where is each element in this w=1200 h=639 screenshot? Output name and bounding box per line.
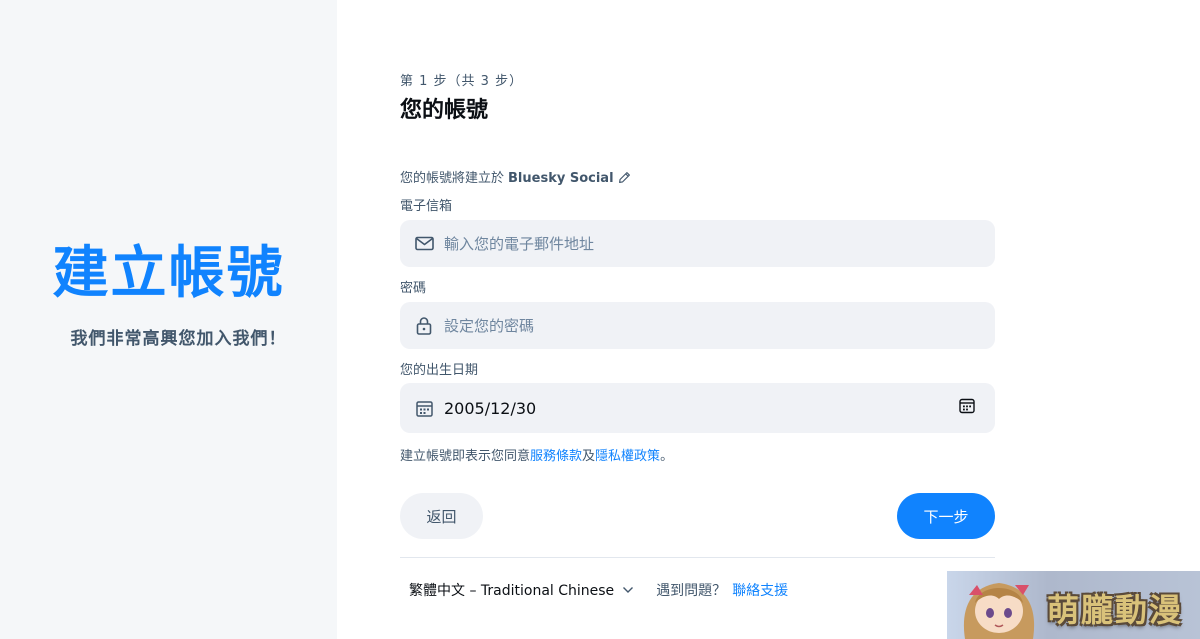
help-text: 遇到問題？ bbox=[656, 583, 727, 599]
divider bbox=[400, 557, 995, 558]
tos-link[interactable]: 服務條款 bbox=[530, 449, 582, 464]
birthdate-value: 2005/12/30 bbox=[444, 398, 537, 418]
mascot-image bbox=[963, 583, 1035, 639]
birthdate-label: 您的出生日期 bbox=[400, 363, 479, 378]
calendar-picker-icon[interactable] bbox=[959, 398, 977, 416]
pencil-icon[interactable] bbox=[618, 171, 631, 188]
envelope-icon bbox=[414, 234, 434, 254]
lock-icon bbox=[414, 316, 434, 336]
hosting-provider-row: 您的帳號將建立於 Bluesky Social bbox=[400, 167, 631, 188]
back-button[interactable]: 返回 bbox=[400, 493, 483, 539]
email-field[interactable]: 輸入您的電子郵件地址 bbox=[400, 220, 995, 267]
email-label: 電子信箱 bbox=[400, 199, 453, 214]
chevron-down-icon[interactable] bbox=[622, 582, 634, 598]
terms-notice: 建立帳號即表示您同意服務條款及隱私權政策。 bbox=[400, 445, 673, 464]
language-select[interactable]: 繁體中文 – Traditional Chinese bbox=[409, 580, 614, 600]
watermark-badge: 萌朧動漫 bbox=[947, 571, 1200, 639]
watermark-text: 萌朧動漫 bbox=[1047, 591, 1184, 629]
hosting-prefix: 您的帳號將建立於 bbox=[400, 171, 505, 186]
terms-prefix: 建立帳號即表示您同意 bbox=[400, 449, 531, 464]
birthdate-field[interactable]: 2005/12/30 bbox=[400, 383, 995, 433]
hero-title: 建立帳號 bbox=[52, 241, 285, 306]
password-label: 密碼 bbox=[400, 281, 427, 296]
support-link[interactable]: 聯絡支援 bbox=[732, 580, 788, 600]
page-title: 您的帳號 bbox=[400, 98, 489, 123]
email-placeholder: 輸入您的電子郵件地址 bbox=[444, 235, 595, 253]
calendar-icon bbox=[414, 398, 434, 418]
next-button[interactable]: 下一步 bbox=[897, 493, 995, 539]
hero-subtitle: 我們非常高興您加入我們！ bbox=[70, 329, 287, 349]
terms-suffix: 。 bbox=[660, 449, 674, 464]
privacy-link[interactable]: 隱私權政策 bbox=[595, 449, 660, 464]
password-field[interactable]: 設定您的密碼 bbox=[400, 302, 995, 349]
hosting-provider-name[interactable]: Bluesky Social bbox=[508, 171, 614, 186]
password-placeholder: 設定您的密碼 bbox=[444, 317, 535, 335]
terms-middle: 及 bbox=[582, 449, 596, 464]
step-indicator: 第 1 步（共 3 步） bbox=[400, 74, 524, 89]
footer: 繁體中文 – Traditional Chinese 遇到問題？ 聯絡支援 bbox=[400, 580, 788, 600]
left-panel: 建立帳號 我們非常高興您加入我們！ bbox=[0, 0, 337, 639]
